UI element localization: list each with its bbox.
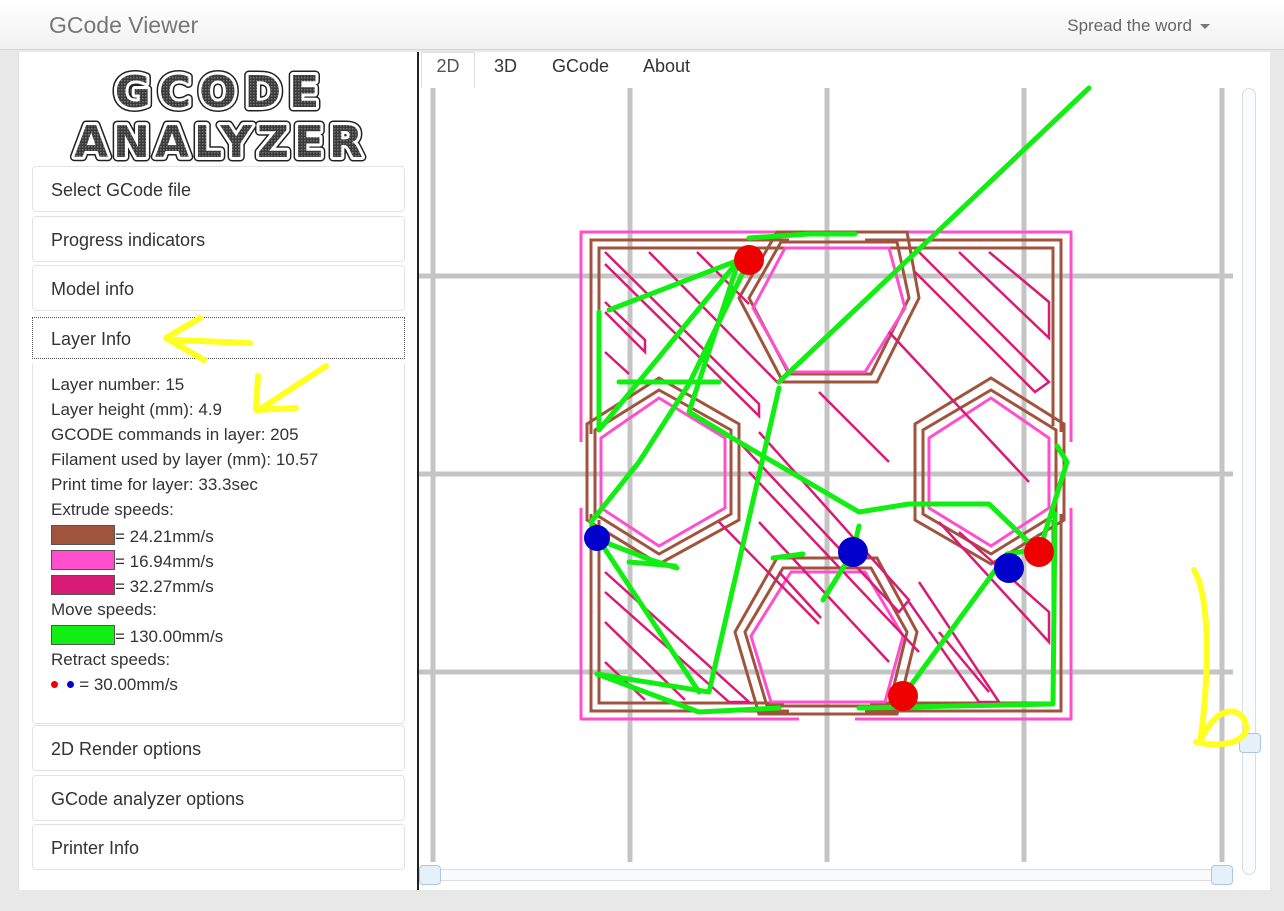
section-label: Layer Info — [51, 329, 132, 349]
main-panel: 2D 3D GCode About — [417, 52, 1270, 890]
progress-slider[interactable] — [419, 865, 1233, 885]
section-label: Progress indicators — [51, 230, 206, 250]
speed-swatch — [51, 550, 115, 570]
speed-value: = 32.27mm/s — [115, 577, 214, 596]
extrude-speeds-title: Extrude speeds: — [51, 500, 174, 519]
progress-slider-end-handle[interactable] — [1211, 865, 1233, 885]
move-speeds-title: Move speeds: — [51, 600, 157, 619]
section-gcode-analyzer-options[interactable]: GCode analyzer options — [32, 775, 405, 821]
chevron-down-icon — [1200, 24, 1210, 30]
tab-2d[interactable]: 2D — [421, 52, 475, 88]
move-speed-row: = 130.00mm/s — [51, 625, 223, 647]
extrude-speed-row: = 32.27mm/s — [51, 575, 214, 597]
extrude-speed-row: = 16.94mm/s — [51, 550, 214, 572]
section-progress-indicators[interactable]: Progress indicators — [32, 216, 405, 262]
progress-slider-start-handle[interactable] — [419, 865, 441, 885]
extrude-speed-row: = 24.21mm/s — [51, 525, 214, 547]
section-label: 2D Render options — [51, 739, 202, 759]
navbar: GCode Viewer Spread the word — [0, 0, 1284, 50]
section-label: Model info — [51, 279, 135, 299]
speed-value: = 16.94mm/s — [115, 552, 214, 571]
logo-line1: GCODE — [115, 67, 327, 118]
section-printer-info[interactable]: Printer Info — [32, 824, 405, 870]
section-layer-info[interactable]: Layer Info — [32, 317, 405, 359]
section-label: Printer Info — [51, 838, 140, 858]
tab-label: 2D — [436, 56, 460, 76]
layer-slider[interactable] — [1239, 88, 1261, 875]
retract-speeds-title: Retract speeds: — [51, 650, 171, 669]
section-model-info[interactable]: Model info — [32, 265, 405, 311]
tab-label: GCode — [552, 56, 610, 76]
print-time: Print time for layer: 33.3sec — [51, 475, 258, 494]
sidebar: GCODE GCODE GCODE ANALYZER ANALYZER ANAL… — [18, 52, 417, 890]
red-dot-icon — [51, 681, 58, 688]
tab-label: About — [643, 56, 691, 76]
speed-swatch — [51, 625, 115, 645]
layer-height: Layer height (mm): 4.9 — [51, 400, 223, 419]
blue-dot-icon — [67, 681, 75, 688]
view-tabs: 2D 3D GCode About — [419, 52, 1270, 88]
tab-gcode[interactable]: GCode — [552, 52, 609, 88]
section-select-gcode-file[interactable]: Select GCode file — [32, 166, 405, 212]
speed-swatch — [51, 575, 115, 595]
layer-canvas-2d[interactable] — [419, 52, 1270, 890]
gcode-commands-count: GCODE commands in layer: 205 — [51, 425, 299, 444]
tab-label: 3D — [494, 56, 518, 76]
section-2d-render-options[interactable]: 2D Render options — [32, 725, 405, 771]
travel-moves — [588, 85, 1092, 715]
tab-3d[interactable]: 3D — [494, 52, 517, 88]
spread-menu-label: Spread the word — [1067, 16, 1192, 35]
app-brand[interactable]: GCode Viewer — [49, 12, 198, 39]
tab-about[interactable]: About — [643, 52, 690, 88]
layer-slider-handle[interactable] — [1239, 733, 1261, 753]
retract-speed-row: = 30.00mm/s — [51, 675, 178, 695]
logo-line2: ANALYZER — [74, 117, 368, 162]
grid — [419, 88, 1233, 862]
speed-value: = 24.21mm/s — [115, 527, 214, 546]
speed-value: = 130.00mm/s — [115, 627, 224, 646]
speed-swatch — [51, 525, 115, 545]
gcode-analyzer-logo: GCODE GCODE GCODE ANALYZER ANALYZER ANAL… — [70, 63, 368, 163]
layer-number: Layer number: 15 — [51, 375, 185, 394]
filament-used: Filament used by layer (mm): 10.57 — [51, 450, 319, 469]
section-label: Select GCode file — [51, 180, 192, 200]
spread-the-word-menu[interactable]: Spread the word — [1067, 16, 1210, 36]
speed-value: = 30.00mm/s — [79, 675, 178, 694]
section-label: GCode analyzer options — [51, 789, 245, 809]
